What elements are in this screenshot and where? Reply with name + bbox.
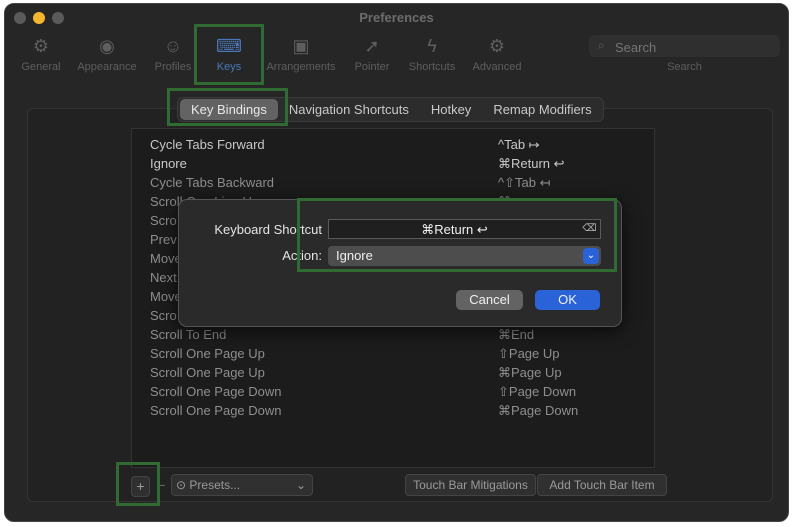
keyboard-shortcut-field[interactable]: ⌘Return ↩ ⌫ [328,219,601,239]
search-input[interactable] [613,37,777,57]
binding-shortcut: ⌘Return ↩ [498,156,565,171]
presets-dropdown[interactable]: ⊙ Presets... ⌄ [171,474,313,496]
action-value: Ignore [336,248,373,263]
add-binding-button[interactable]: + [131,476,150,497]
binding-action: Ignore [150,156,187,171]
gear-icon: ⚙ [32,36,50,56]
toolbar-arrangements[interactable]: ▣ Arrangements [261,34,341,73]
remove-binding-button[interactable]: − [153,476,170,497]
tab-remap-modifiers[interactable]: Remap Modifiers [482,99,602,120]
windows-icon: ▣ [292,36,310,56]
table-row[interactable]: Cycle Tabs Backward ^⇧Tab ↤ [150,173,640,192]
binding-shortcut: ⌘Page Down [498,403,579,418]
keyboard-shortcut-label: Keyboard Shortcut [214,222,322,237]
table-row[interactable]: Ignore ⌘Return ↩ [150,154,640,173]
add-touch-bar-item-button[interactable]: Add Touch Bar Item [537,474,667,496]
presets-icon: ⊙ [176,478,187,492]
toolbar-label: Advanced [472,61,522,73]
binding-shortcut: ⇧Page Down [498,384,577,399]
table-row[interactable]: Scroll To End ⌘End [150,325,640,344]
toolbar-general[interactable]: ⚙ General [6,34,76,73]
table-row[interactable]: Scroll One Page Up ⇧Page Up [150,344,640,363]
binding-action: Scroll One Page Down [150,403,282,418]
eye-icon: ◉ [99,36,115,56]
search-icon: ⌕ [598,38,605,52]
tab-hotkey[interactable]: Hotkey [420,99,482,120]
toolbar-advanced[interactable]: ⚙ Advanced [462,34,532,73]
binding-action: Scro [150,213,177,228]
binding-action: Prev [150,232,177,247]
preferences-window: Preferences ⚙ General ◉ Appearance ☺ Pro… [4,3,789,522]
table-row[interactable]: Cycle Tabs Forward ^Tab ↦ [150,135,640,154]
cancel-button[interactable]: Cancel [456,290,523,310]
toolbar-shortcuts[interactable]: ϟ Shortcuts [397,34,467,73]
table-row[interactable]: Scroll One Page Up ⌘Page Up [150,363,640,382]
toolbar-label: General [21,61,61,73]
table-row[interactable]: Scroll One Page Down ⇧Page Down [150,382,640,401]
toolbar-label: Shortcuts [408,61,456,73]
search-caption: Search [667,61,702,73]
titlebar: Preferences ⚙ General ◉ Appearance ☺ Pro… [5,4,788,84]
tab-bar: Key Bindings Navigation Shortcuts Hotkey… [177,97,604,122]
action-select[interactable]: Ignore ⌄ [328,246,601,266]
search-field[interactable]: ⌕ [589,35,780,57]
binding-action: Cycle Tabs Backward [150,175,275,190]
toolbar-appearance[interactable]: ◉ Appearance [72,34,142,73]
binding-action: Scroll One Page Up [150,365,265,380]
binding-action: Scroll To End [150,327,227,342]
toolbar-keys[interactable]: ⌨ Keys [194,34,264,73]
binding-shortcut: ^⇧Tab ↤ [498,175,551,190]
binding-action: Scroll One Page Up [150,346,265,361]
chevron-down-icon: ⌄ [295,478,306,492]
toolbar-label: Profiles [154,61,192,73]
shortcut-value: ⌘Return ↩ [421,222,488,237]
keyboard-icon: ⌨ [216,36,242,56]
bolt-icon: ϟ [427,36,437,56]
window-title: Preferences [359,10,434,25]
tab-navigation-shortcuts[interactable]: Navigation Shortcuts [278,99,420,120]
binding-shortcut: ^Tab ↦ [498,137,540,152]
binding-action: Scro [150,308,177,323]
binding-action: Cycle Tabs Forward [150,137,265,152]
gears-icon: ⚙ [488,36,506,56]
chevron-down-icon: ⌄ [583,248,599,264]
toolbar-label: Keys [216,61,242,73]
binding-shortcut: ⇧Page Up [498,346,560,361]
toolbar-label: Pointer [354,61,390,73]
tab-key-bindings[interactable]: Key Bindings [180,99,278,120]
binding-shortcut: ⌘Page Up [498,365,562,380]
table-row[interactable]: Scroll One Page Down ⌘Page Down [150,401,640,420]
presets-label: Presets... [189,478,241,492]
binding-shortcut: ⌘End [498,327,535,342]
toolbar-label: Arrangements [266,61,336,73]
binding-action: Scroll One Page Down [150,384,282,399]
edit-binding-dialog: Keyboard Shortcut ⌘Return ↩ ⌫ Action: Ig… [178,199,622,327]
clear-shortcut-icon[interactable]: ⌫ [582,222,597,235]
ok-button[interactable]: OK [535,290,600,310]
toolbar-label: Appearance [77,61,137,73]
binding-action: Next [150,270,177,285]
action-label: Action: [282,248,322,263]
touch-bar-mitigations-button[interactable]: Touch Bar Mitigations [405,474,536,496]
